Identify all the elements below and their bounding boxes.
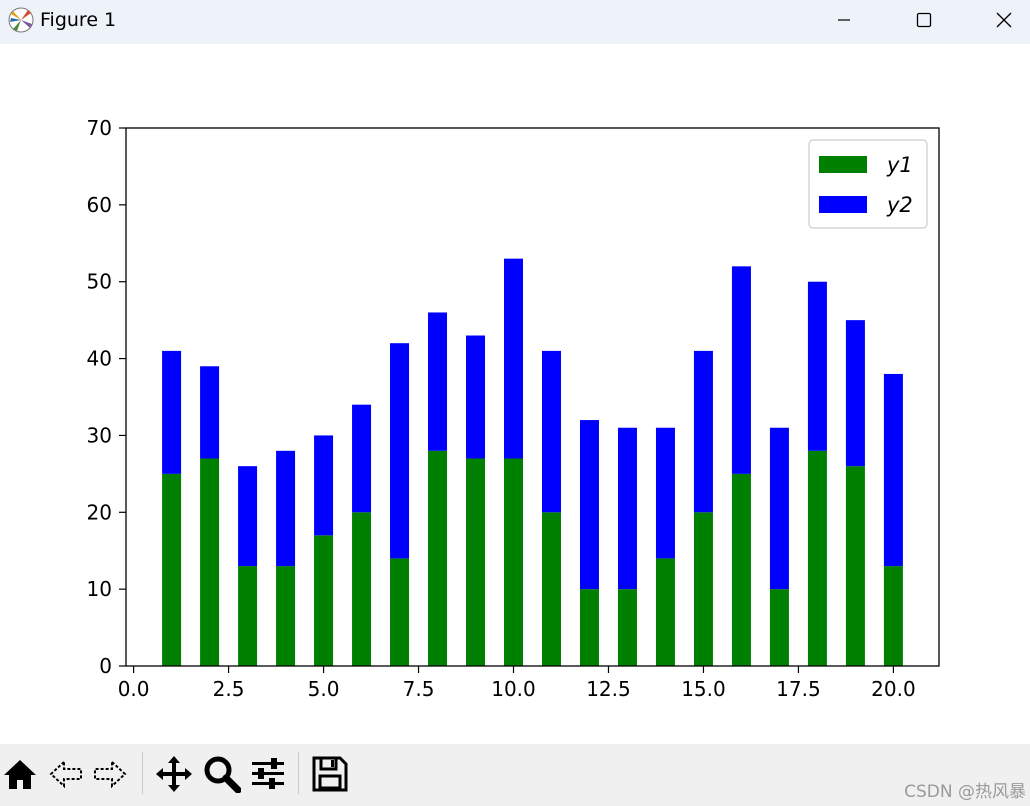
minimize-button[interactable] <box>814 0 874 40</box>
y-tick-label: 20 <box>87 500 112 524</box>
bar-y1-14 <box>655 558 675 666</box>
y-tick-label: 50 <box>87 270 112 294</box>
bar-chart: 0.0 2.5 5.0 7.5 10.0 12.5 15.0 17.5 20.0 0 10 20 30… <box>87 116 940 701</box>
legend: y1 y2 <box>808 139 928 229</box>
navigation-toolbar: CSDN @热风暴 <box>0 744 1030 806</box>
x-tick-label: 10.0 <box>491 677 536 701</box>
bar-y1-12 <box>579 589 599 666</box>
toolbar-separator <box>298 752 299 794</box>
bar-y1-3 <box>238 566 258 666</box>
toolbar-separator <box>142 752 143 794</box>
bar-y2-6 <box>352 404 372 513</box>
bar-y1-19 <box>845 466 865 666</box>
bar-y2-17 <box>769 427 789 590</box>
home-icon <box>4 760 36 789</box>
bar-y2-9 <box>466 335 486 459</box>
zoom-icon <box>204 756 241 793</box>
bar-y1-13 <box>617 589 637 666</box>
back-icon <box>49 759 82 789</box>
x-tick-label: 12.5 <box>586 677 631 701</box>
configure-subplots-button[interactable] <box>248 754 288 794</box>
bar-y2-1 <box>162 350 182 474</box>
bar-y1-4 <box>276 566 296 666</box>
y-tick-label: 40 <box>87 347 112 371</box>
configure-subplots-icon <box>252 758 284 789</box>
bar-y1-2 <box>200 458 220 666</box>
maximize-button[interactable] <box>894 0 954 40</box>
y-tick-label: 0 <box>99 654 112 678</box>
bar-y2-12 <box>579 420 599 590</box>
figure-canvas[interactable]: 0.0 2.5 5.0 7.5 10.0 12.5 15.0 17.5 20.0 0 10 20 30… <box>0 44 1030 744</box>
title-bar: Figure 1 <box>0 0 1030 44</box>
bar-y1-8 <box>428 450 448 666</box>
bar-y2-15 <box>693 350 713 513</box>
bar-y1-6 <box>352 512 372 666</box>
bar-y1-20 <box>883 566 903 666</box>
window-title: Figure 1 <box>40 9 117 31</box>
x-tick-label: 5.0 <box>308 677 340 701</box>
save-button[interactable] <box>310 754 350 794</box>
legend-label-y1: y1 <box>886 153 913 177</box>
bar-y2-10 <box>504 258 524 459</box>
x-tick-label: 0.0 <box>118 677 150 701</box>
y-tick-label: 30 <box>87 423 112 447</box>
bar-y1-18 <box>807 450 827 666</box>
bar-y2-16 <box>731 266 751 474</box>
bar-y2-14 <box>655 427 675 559</box>
close-icon <box>996 12 1012 28</box>
pan-icon <box>156 756 192 792</box>
bar-y2-11 <box>541 350 561 513</box>
bar-y1-17 <box>769 589 789 666</box>
x-tick-label: 15.0 <box>681 677 726 701</box>
forward-icon <box>94 759 127 789</box>
minimize-icon <box>838 19 850 21</box>
bar-y1-1 <box>162 473 182 666</box>
bar-y1-16 <box>731 473 751 666</box>
matplotlib-logo-icon <box>8 7 34 33</box>
pan-button[interactable] <box>154 754 194 794</box>
bar-y2-2 <box>200 366 220 459</box>
close-button[interactable] <box>974 0 1030 40</box>
bar-y2-8 <box>428 312 448 451</box>
bar-y2-5 <box>314 435 334 536</box>
bar-y1-9 <box>466 458 486 666</box>
y-tick-label: 10 <box>87 577 112 601</box>
legend-label-y2: y2 <box>886 193 913 217</box>
bar-y1-5 <box>314 535 334 666</box>
y-tick-label: 60 <box>87 193 112 217</box>
watermark-text: CSDN @热风暴 <box>904 782 1026 802</box>
bar-y1-15 <box>693 512 713 666</box>
bar-y2-18 <box>807 281 827 451</box>
bar-y2-13 <box>617 427 637 590</box>
legend-swatch-y1 <box>819 156 867 173</box>
bar-y2-4 <box>276 450 296 567</box>
save-icon <box>312 756 348 792</box>
back-button[interactable] <box>46 754 86 794</box>
bar-y1-10 <box>504 458 524 666</box>
y-tick-label: 70 <box>87 116 112 140</box>
bar-y2-7 <box>390 343 410 559</box>
zoom-button[interactable] <box>202 754 242 794</box>
bar-y2-19 <box>845 320 865 467</box>
x-tick-label: 20.0 <box>871 677 916 701</box>
maximize-icon <box>916 12 932 28</box>
x-tick-label: 2.5 <box>213 677 245 701</box>
bar-y2-20 <box>883 373 903 567</box>
forward-button[interactable] <box>90 754 130 794</box>
legend-swatch-y2 <box>819 196 867 213</box>
bar-y1-7 <box>390 558 410 666</box>
x-tick-label: 17.5 <box>776 677 821 701</box>
bar-y2-3 <box>238 466 258 567</box>
bar-y1-11 <box>541 512 561 666</box>
x-tick-label: 7.5 <box>403 677 435 701</box>
home-button[interactable] <box>0 754 40 794</box>
